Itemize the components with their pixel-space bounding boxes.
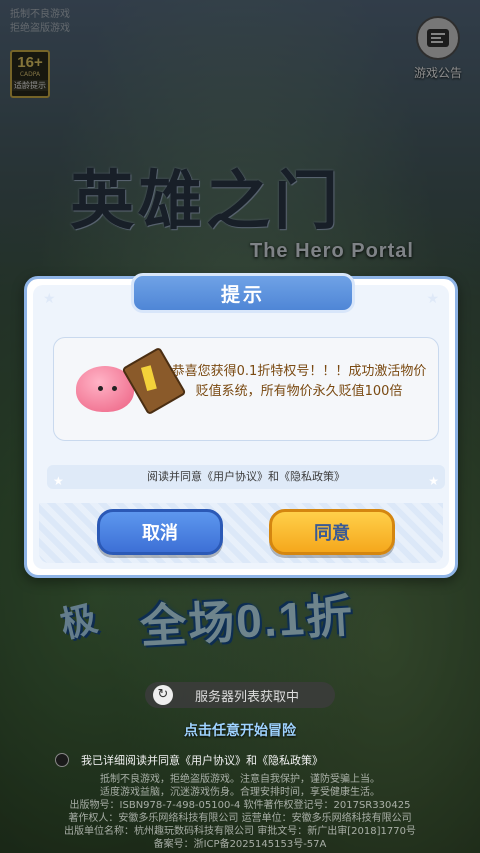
dialog-message: 恭喜您获得0.1折特权号！！！成功激活物价贬值系统，所有物价永久贬值100倍	[171, 364, 427, 399]
footer-line: 适度游戏益脑，沉迷游戏伤身。合理安排时间，享受健康生活。	[100, 787, 380, 798]
star-icon: ★	[426, 291, 439, 307]
start-hint: 点击任意开始冒险	[184, 723, 296, 739]
footer-line: 出版物号：ISBN978-7-498-05100-4 软件著作权登记号：2017…	[69, 800, 411, 811]
agree-radio[interactable]	[55, 753, 69, 767]
star-icon: ★	[53, 474, 64, 488]
footer-line: 著作权人：安徽多乐网络科技有限公司 运营单位：安徽多乐网络科技有限公司	[68, 813, 412, 824]
footer-line: 抵制不良游戏，拒绝盗版游戏。注意自我保护，谨防受骗上当。	[100, 774, 380, 785]
cancel-label: 取消	[142, 523, 178, 544]
slime-mascot-icon	[72, 346, 187, 416]
refresh-icon: ↻	[153, 685, 173, 705]
star-icon: ★	[428, 474, 439, 488]
dialog-agreement-text: 阅读并同意《用户协议》和《隐私政策》	[147, 470, 345, 483]
cancel-button[interactable]: 取消	[97, 509, 223, 555]
dialog-body: ★ ★ 恭喜您获得0.1折特权号！！！成功激活物价贬值系统，所有物价永久贬值10…	[33, 285, 449, 569]
agree-button[interactable]: 同意	[269, 509, 395, 555]
agreement-line[interactable]: 我已详细阅读并同意《用户协议》和《隐私政策》	[55, 752, 323, 768]
dialog-agreement[interactable]: ★ 阅读并同意《用户协议》和《隐私政策》 ★	[47, 465, 445, 489]
dialog-title-tab: 提示	[131, 273, 355, 313]
server-list-bar[interactable]: ↻ 服务器列表获取中	[145, 682, 335, 708]
agree-line-text: 我已详细阅读并同意《用户协议》和《隐私政策》	[81, 754, 323, 767]
star-icon: ★	[43, 291, 56, 307]
footer-legal: 抵制不良游戏，拒绝盗版游戏。注意自我保护，谨防受骗上当。 适度游戏益脑，沉迷游戏…	[0, 773, 480, 851]
message-box: 恭喜您获得0.1折特权号！！！成功激活物价贬值系统，所有物价永久贬值100倍	[53, 337, 439, 441]
server-status: 服务器列表获取中	[195, 689, 300, 705]
dialog-title: 提示	[220, 283, 265, 306]
agree-label: 同意	[314, 523, 350, 544]
footer-line: 备案号：浙ICP备2025145153号-57A	[153, 839, 327, 850]
prompt-dialog: ★ ★ 恭喜您获得0.1折特权号！！！成功激活物价贬值系统，所有物价永久贬值10…	[24, 273, 458, 578]
footer-line: 出版单位名称：杭州趣玩数码科技有限公司 审批文号：新广出审[2018]1770号	[64, 826, 416, 837]
